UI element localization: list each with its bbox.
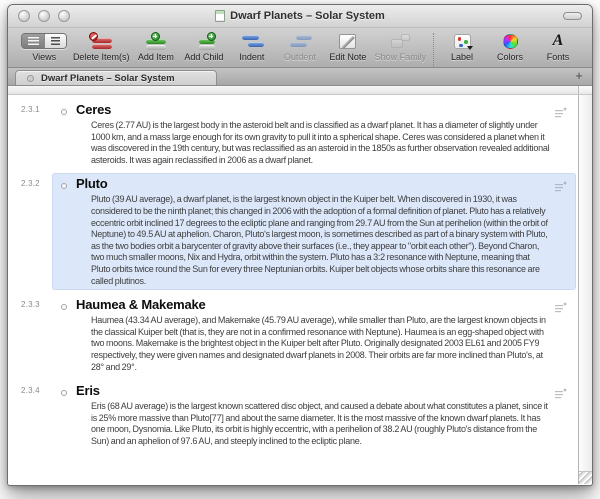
tab-label: Dwarf Planets – Solar System [41, 73, 175, 84]
minimize-button[interactable] [38, 10, 50, 22]
outline-view: 2.3.1 Ceres Ceres (2.77 AU) is the large… [8, 95, 578, 484]
views-label: Views [32, 52, 56, 62]
row-title[interactable]: Ceres [76, 102, 550, 117]
row-note-text[interactable]: Pluto (39 AU average), a dwarf planet, i… [91, 194, 550, 287]
row-selectable-area[interactable]: Eris Eris (68 AU average) is the largest… [52, 380, 576, 450]
app-window: Dwarf Planets – Solar System Views [7, 4, 593, 486]
row-selectable-area[interactable]: Pluto Pluto (39 AU average), a dwarf pla… [52, 173, 576, 290]
title-area: Dwarf Planets – Solar System [215, 10, 385, 22]
row-number: 2.3.2 [8, 173, 52, 290]
new-tab-button[interactable]: + [571, 68, 587, 84]
show-family-icon [391, 34, 410, 48]
row-selectable-area[interactable]: Ceres Ceres (2.77 AU) is the largest bod… [52, 99, 576, 169]
fonts-label: Fonts [547, 52, 570, 62]
add-child-label: Add Child [184, 52, 223, 62]
row-title[interactable]: Haumea & Makemake [76, 297, 550, 312]
add-item-icon [144, 33, 168, 50]
note-icon[interactable] [554, 107, 567, 118]
label-label: Label [451, 52, 473, 62]
colors-button[interactable]: Colors [493, 31, 527, 62]
row-note-text[interactable]: Eris (68 AU average) is the largest know… [91, 401, 550, 447]
bullet-icon[interactable] [61, 304, 67, 310]
desktop: Dwarf Planets – Solar System Views [0, 0, 600, 499]
row-number: 2.3.1 [8, 99, 52, 169]
row-note-text[interactable]: Haumea (43.34 AU average), and Makemake … [91, 315, 550, 373]
show-family-label: Show Family [375, 52, 427, 62]
edit-note-button[interactable]: Edit Note [331, 31, 365, 62]
document-icon [215, 10, 225, 22]
tab-bar: Dwarf Planets – Solar System + [8, 68, 592, 86]
bullet-icon[interactable] [61, 390, 67, 396]
outline-view-button[interactable] [44, 34, 67, 48]
outdent-button[interactable]: Outdent [283, 31, 317, 62]
bullet-icon[interactable] [61, 109, 67, 115]
vertical-scrollbar[interactable] [578, 95, 592, 484]
outline-row-haumea-makemake: 2.3.3 Haumea & Makemake Haumea (43.34 AU… [8, 294, 578, 376]
label-icon [454, 34, 471, 49]
add-child-icon [192, 33, 216, 50]
toolbar-toggle-button[interactable] [563, 12, 582, 20]
show-family-button[interactable]: Show Family [379, 31, 422, 62]
resize-grip[interactable] [579, 471, 592, 484]
label-button[interactable]: Label [445, 31, 479, 62]
color-wheel-icon [503, 34, 518, 49]
indent-button[interactable]: Indent [235, 31, 269, 62]
row-note-text[interactable]: Ceres (2.77 AU) is the largest body in t… [91, 120, 550, 166]
window-controls [18, 10, 70, 22]
list-view-icon [28, 37, 39, 46]
tab-dwarf-planets[interactable]: Dwarf Planets – Solar System [15, 70, 217, 85]
row-number: 2.3.4 [8, 380, 52, 450]
outdent-label: Outdent [284, 52, 316, 62]
edit-note-label: Edit Note [329, 52, 366, 62]
tab-close-icon[interactable] [27, 75, 34, 82]
row-title[interactable]: Eris [76, 383, 550, 398]
edit-note-icon [339, 34, 356, 49]
add-item-label: Add Item [138, 52, 174, 62]
toolbar-separator [433, 33, 434, 67]
row-number: 2.3.3 [8, 294, 52, 376]
content-area: 2.3.1 Ceres Ceres (2.77 AU) is the large… [8, 95, 592, 484]
fonts-button[interactable]: A Fonts [541, 31, 575, 62]
header-strip [8, 86, 592, 95]
outline-view-icon [51, 37, 60, 46]
outline-row-eris: 2.3.4 Eris Eris (68 AU average) is the l… [8, 380, 578, 450]
window-title: Dwarf Planets – Solar System [230, 10, 385, 22]
delete-item-icon [89, 33, 113, 50]
close-button[interactable] [18, 10, 30, 22]
indent-label: Indent [239, 52, 264, 62]
fonts-icon: A [553, 33, 564, 49]
scrollbar-corner [578, 86, 592, 94]
zoom-button[interactable] [58, 10, 70, 22]
colors-label: Colors [497, 52, 523, 62]
note-icon[interactable] [554, 302, 567, 313]
note-icon[interactable] [554, 181, 567, 192]
row-title[interactable]: Pluto [76, 176, 550, 191]
outline-row-ceres: 2.3.1 Ceres Ceres (2.77 AU) is the large… [8, 99, 578, 169]
note-icon[interactable] [554, 388, 567, 399]
row-selectable-area[interactable]: Haumea & Makemake Haumea (43.34 AU avera… [52, 294, 576, 376]
outdent-icon [288, 33, 312, 50]
add-item-button[interactable]: Add Item [139, 31, 173, 62]
list-view-button[interactable] [22, 34, 44, 48]
add-child-button[interactable]: Add Child [187, 31, 221, 62]
delete-item-label: Delete Item(s) [73, 52, 130, 62]
delete-item-button[interactable]: Delete Item(s) [78, 31, 125, 62]
toolbar: Views Delete Item(s) [8, 27, 592, 68]
titlebar[interactable]: Dwarf Planets – Solar System [8, 5, 592, 27]
outline-row-pluto: 2.3.2 Pluto Pluto (39 AU average), a dwa… [8, 173, 578, 290]
bullet-icon[interactable] [61, 183, 67, 189]
indent-icon [240, 33, 264, 50]
views-segmented-control[interactable]: Views [25, 31, 64, 62]
